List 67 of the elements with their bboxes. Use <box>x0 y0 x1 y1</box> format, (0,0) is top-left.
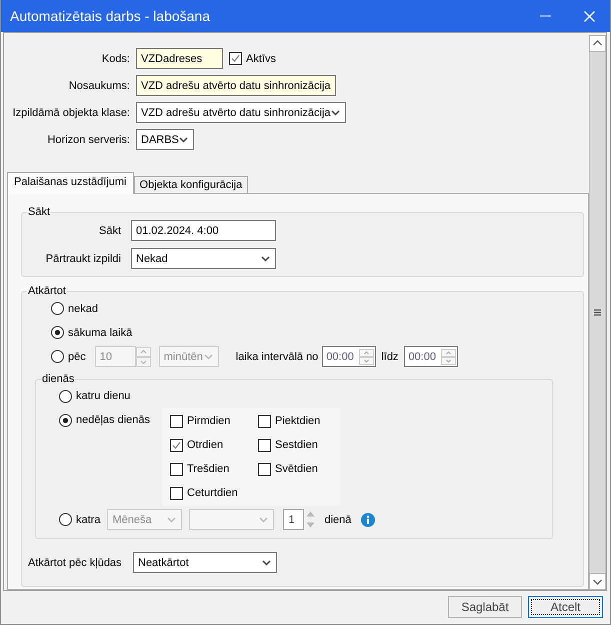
chevron-down-icon[interactable] <box>589 573 606 590</box>
scrollbar-thumb[interactable] <box>589 52 606 573</box>
close-icon <box>584 10 594 22</box>
checkbox[interactable] <box>170 438 183 452</box>
checkbox[interactable] <box>170 486 183 500</box>
group-title: Sākt <box>27 205 52 219</box>
checkbox[interactable] <box>258 438 271 452</box>
group-title: Atkārtot <box>27 284 67 298</box>
text-field[interactable]: VZD adrešu atvērto datu sinhronizācija <box>136 75 336 96</box>
radio-label[interactable]: sākuma laikā <box>68 326 132 338</box>
field-label: Kods: <box>100 52 130 64</box>
interval-label: laika intervālā no <box>236 350 318 362</box>
radio-button[interactable] <box>51 302 64 315</box>
chevron-down-icon <box>204 354 213 360</box>
chevron-down-icon <box>167 516 176 522</box>
info-icon[interactable] <box>361 512 376 526</box>
chevron-down-icon <box>261 256 270 262</box>
checkbox-label[interactable]: Pirmdien <box>187 415 230 427</box>
checkbox-label[interactable]: Otrdien <box>187 439 224 451</box>
chevron-down-icon <box>262 560 271 566</box>
minimize-icon <box>540 15 550 17</box>
window-title: Automatizētais darbs - labošana <box>10 8 211 24</box>
field-label: Sākt <box>98 224 121 236</box>
radio-button[interactable] <box>51 326 64 339</box>
dropdown[interactable]: DARBS <box>136 129 194 150</box>
chevron-down-icon <box>178 136 188 142</box>
radio-label[interactable]: pēc <box>68 350 86 362</box>
tab[interactable]: Objekta konfigurācija <box>134 176 248 193</box>
chevron-down-icon <box>330 110 340 116</box>
interval-label: līdz <box>381 350 398 362</box>
day-suffix-label: dienā <box>324 514 352 526</box>
checkbox-label[interactable]: Svētdien <box>275 463 318 475</box>
chevron-up-icon[interactable] <box>589 35 606 52</box>
checkbox[interactable] <box>170 462 183 476</box>
checkbox-label[interactable]: Sestdien <box>275 439 318 451</box>
dropdown[interactable]: Nekad <box>131 248 276 269</box>
field-label: Horizon serveris: <box>46 134 130 146</box>
field-label: Izpildāmā objekta klase: <box>12 106 130 118</box>
radio-button[interactable] <box>59 390 72 402</box>
checkbox-label[interactable]: Ceturtdien <box>187 487 238 499</box>
radio-button[interactable] <box>51 350 64 363</box>
radio-label[interactable]: katru dienu <box>76 390 130 402</box>
dialog-button[interactable]: Atcelt <box>528 596 603 618</box>
checkbox-label[interactable]: Piektdien <box>275 415 320 427</box>
radio-button[interactable] <box>59 414 72 426</box>
dialog-button[interactable]: Saglabāt <box>448 596 522 618</box>
chevron-down-icon <box>259 516 268 522</box>
checkbox[interactable] <box>258 462 271 476</box>
dropdown[interactable]: VZD adrešu atvērto datu sinhronizācija <box>136 102 346 123</box>
checkbox-label[interactable]: Trešdien <box>187 463 230 475</box>
grip-icon <box>594 309 601 316</box>
radio-label[interactable]: nekad <box>68 302 98 314</box>
radio-button[interactable] <box>59 513 72 526</box>
checkbox-label[interactable]: Aktīvs <box>246 52 276 64</box>
group-title: dienās <box>41 372 76 386</box>
checkbox[interactable] <box>258 414 271 428</box>
field-label: Nosaukums: <box>68 80 130 92</box>
text-field[interactable]: 01.02.2024. 4:00 <box>131 220 276 241</box>
field-label: Pārtraukt izpildi <box>44 252 121 264</box>
checkbox[interactable] <box>170 414 183 428</box>
field-label: Atkārtot pēc kļūdas <box>28 556 123 568</box>
text-field[interactable]: VZDadreses <box>136 48 223 69</box>
dropdown[interactable]: Neatkārtot <box>133 552 277 573</box>
radio-label[interactable]: nedēļas dienās <box>76 414 150 426</box>
radio-label[interactable]: katra <box>76 514 100 526</box>
tab[interactable]: Palaišanas uzstādījumi <box>7 172 134 194</box>
checkbox[interactable] <box>229 52 242 65</box>
